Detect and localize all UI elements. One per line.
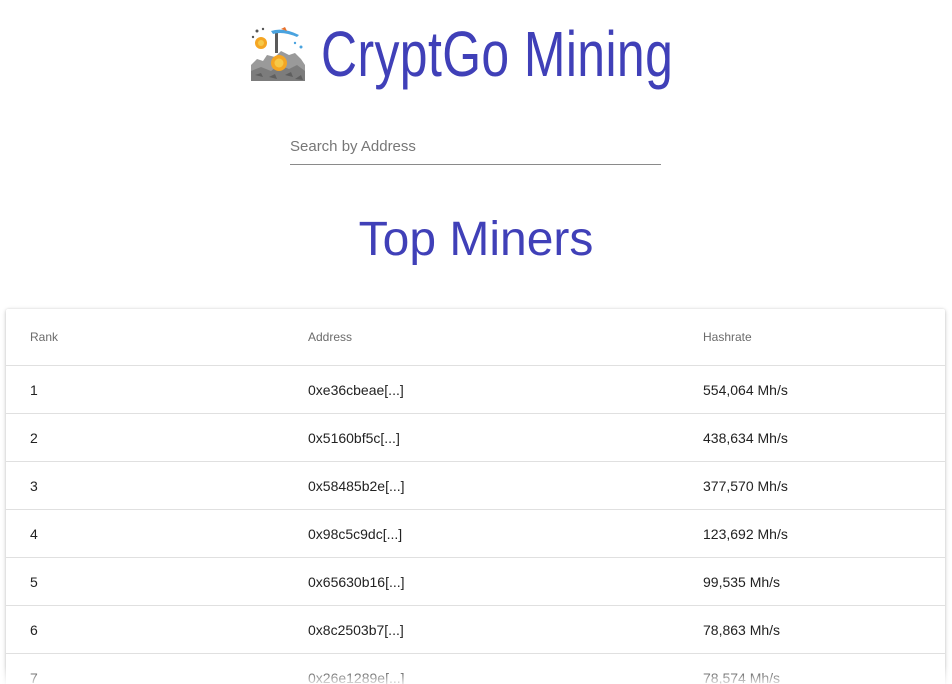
- rank-cell: 4: [6, 509, 308, 558]
- column-header-hashrate[interactable]: Hashrate: [703, 309, 945, 366]
- address-cell[interactable]: 0xe36cbeae[...]: [308, 365, 703, 414]
- top-miners-card: Rank Address Hashrate 1 0xe36cbeae[...] …: [6, 309, 945, 684]
- table-row[interactable]: 6 0x8c2503b7[...] 78,863 Mh/s: [6, 605, 945, 654]
- hashrate-cell: 377,570 Mh/s: [703, 461, 945, 510]
- table-header-row: Rank Address Hashrate: [6, 309, 945, 366]
- hashrate-cell: 99,535 Mh/s: [703, 557, 945, 606]
- address-cell[interactable]: 0x8c2503b7[...]: [308, 605, 703, 654]
- table-row[interactable]: 4 0x98c5c9dc[...] 123,692 Mh/s: [6, 509, 945, 558]
- table-row[interactable]: 7 0x26e1289e[...] 78,574 Mh/s: [6, 653, 945, 684]
- section-title: Top Miners: [358, 213, 594, 266]
- table-row[interactable]: 5 0x65630b16[...] 99,535 Mh/s: [6, 557, 945, 606]
- table-row[interactable]: 2 0x5160bf5c[...] 438,634 Mh/s: [6, 413, 945, 462]
- hashrate-cell: 554,064 Mh/s: [703, 365, 945, 414]
- address-cell[interactable]: 0x98c5c9dc[...]: [308, 509, 703, 558]
- rank-cell: 1: [6, 365, 308, 414]
- page: CryptGo Mining Top Miners Rank Address H…: [0, 0, 952, 684]
- search-input[interactable]: [290, 130, 661, 163]
- search-box: [290, 130, 661, 165]
- hashrate-cell: 123,692 Mh/s: [703, 509, 945, 558]
- hashrate-cell: 78,863 Mh/s: [703, 605, 945, 654]
- rank-cell: 6: [6, 605, 308, 654]
- rank-cell: 7: [6, 653, 308, 684]
- column-header-rank[interactable]: Rank: [6, 309, 308, 366]
- hashrate-cell: 438,634 Mh/s: [703, 413, 945, 462]
- address-cell[interactable]: 0x58485b2e[...]: [308, 461, 703, 510]
- rank-cell: 3: [6, 461, 308, 510]
- address-cell[interactable]: 0x26e1289e[...]: [308, 653, 703, 684]
- rank-cell: 5: [6, 557, 308, 606]
- brand-header: CryptGo Mining: [0, 18, 952, 90]
- address-cell[interactable]: 0x5160bf5c[...]: [308, 413, 703, 462]
- rank-cell: 2: [6, 413, 308, 462]
- table-row[interactable]: 1 0xe36cbeae[...] 554,064 Mh/s: [6, 365, 945, 414]
- hashrate-cell: 78,574 Mh/s: [703, 653, 945, 684]
- address-cell[interactable]: 0x65630b16[...]: [308, 557, 703, 606]
- mining-pick-icon: [251, 27, 306, 81]
- column-header-address[interactable]: Address: [308, 309, 703, 366]
- table-row[interactable]: 3 0x58485b2e[...] 377,570 Mh/s: [6, 461, 945, 510]
- miners-table: Rank Address Hashrate 1 0xe36cbeae[...] …: [6, 309, 945, 684]
- app-title: CryptGo Mining: [321, 18, 674, 90]
